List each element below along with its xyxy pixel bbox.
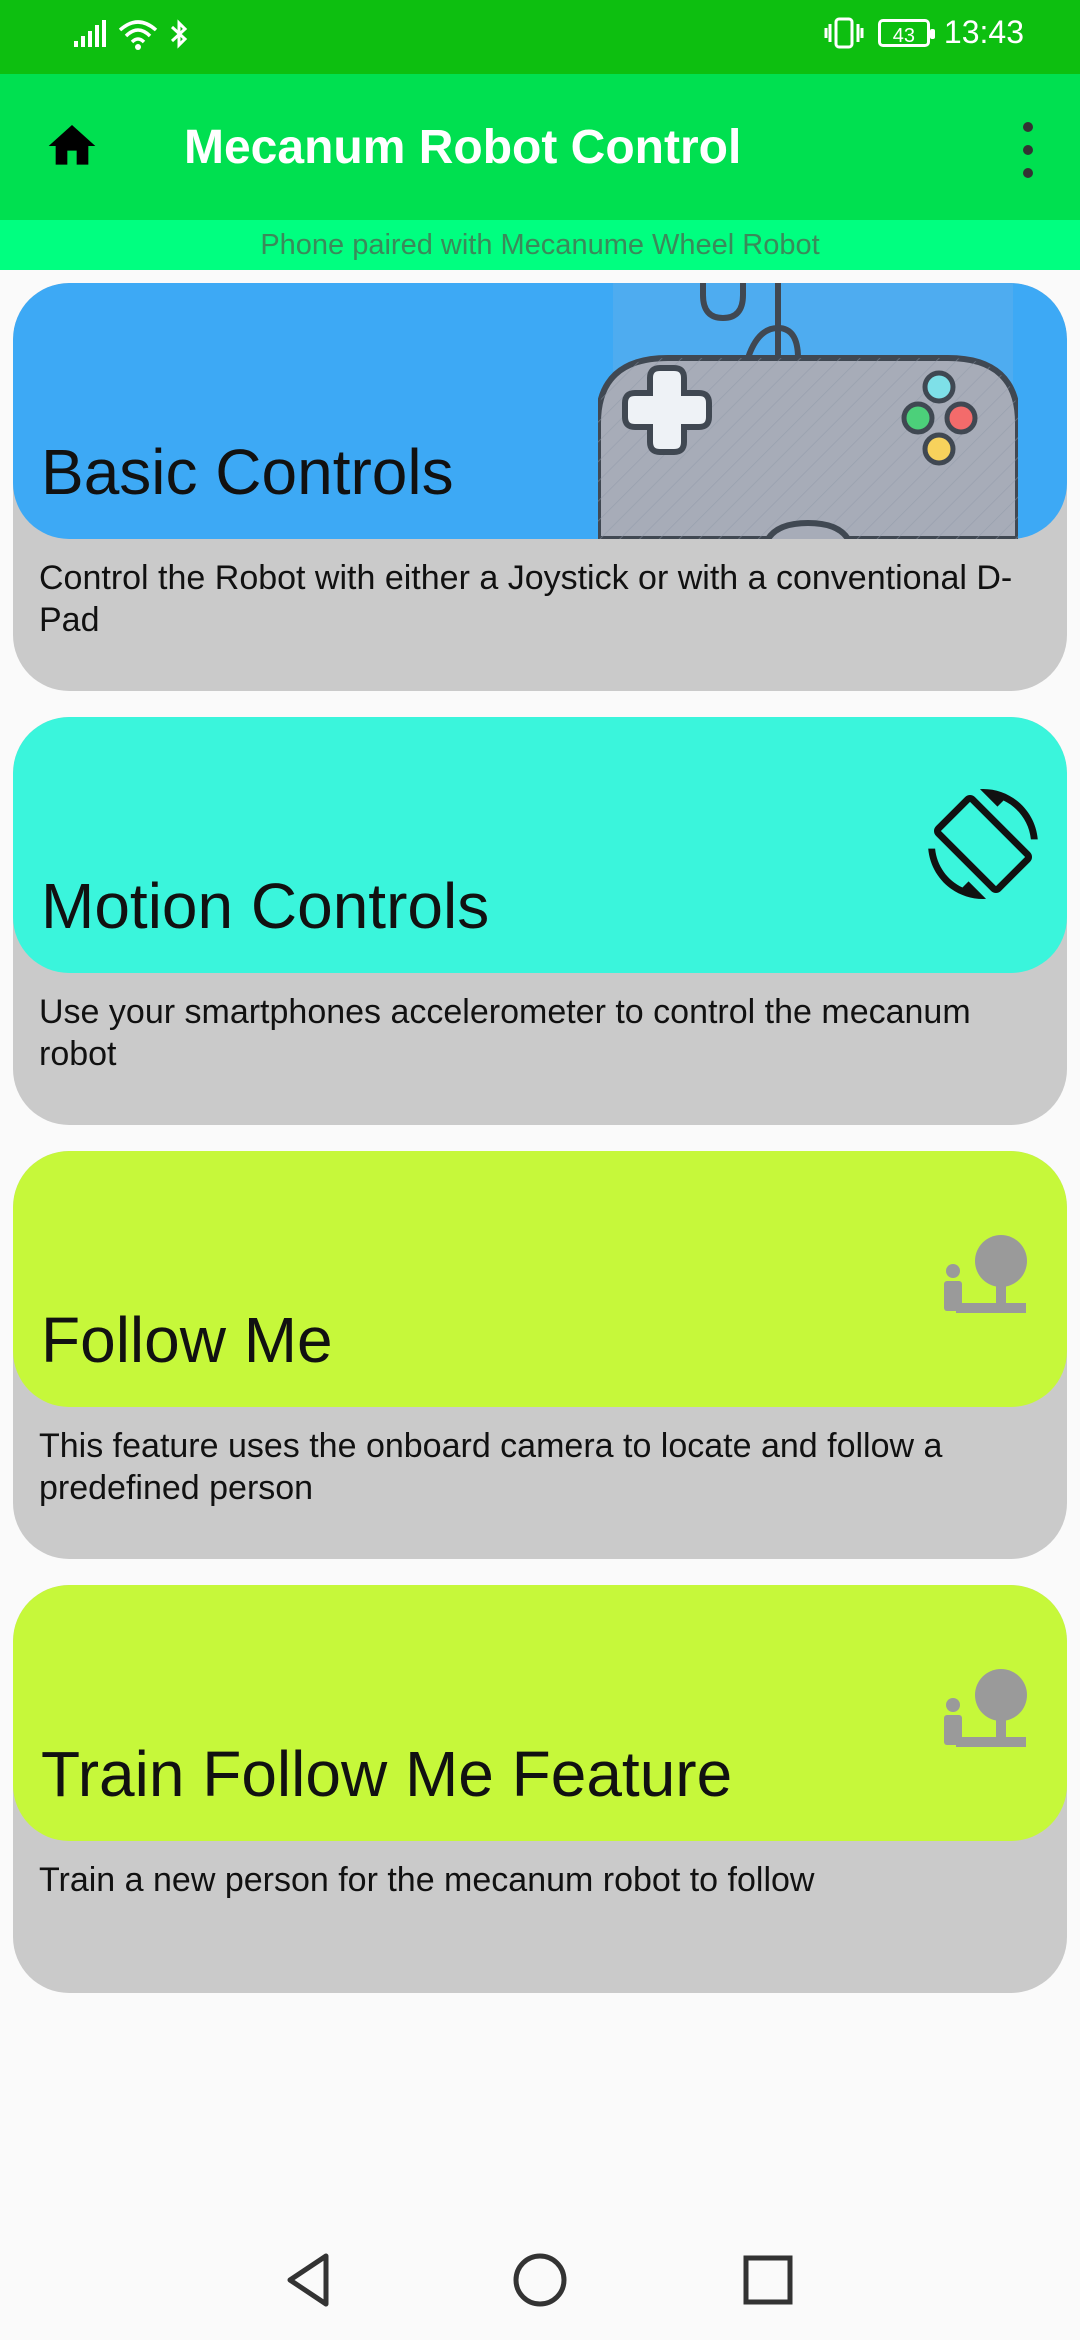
card-header: Train Follow Me Feature <box>13 1585 1067 1841</box>
card-title: Follow Me <box>41 1304 333 1376</box>
status-time: 13:43 <box>943 14 1024 50</box>
more-vert-icon[interactable] <box>1016 122 1040 178</box>
recents-icon[interactable] <box>738 2250 798 2310</box>
card-train-follow-me[interactable]: Train Follow Me Feature Train a new pers… <box>13 1585 1067 1993</box>
card-header: Basic Controls <box>13 283 1067 539</box>
card-header: Follow Me <box>13 1151 1067 1407</box>
card-basic-controls[interactable]: Basic Controls Control the Robot with ei… <box>13 283 1067 691</box>
screen-rotation-icon <box>928 789 1038 899</box>
card-title: Basic Controls <box>41 436 454 508</box>
card-motion-controls[interactable]: Motion Controls Use your smartphones acc… <box>13 717 1067 1125</box>
card-description: Use your smartphones accelerometer to co… <box>39 993 971 1073</box>
card-title: Motion Controls <box>41 870 490 942</box>
app-bar: Mecanum Robot Control <box>0 74 1080 220</box>
card-header: Motion Controls <box>13 717 1067 973</box>
bluetooth-icon <box>170 19 188 49</box>
connection-status: Phone paired with Mecanume Wheel Robot <box>0 220 1080 270</box>
home-circle-icon[interactable] <box>510 2250 570 2310</box>
card-description: Train a new person for the mecanum robot… <box>39 1861 815 1899</box>
card-title: Train Follow Me Feature <box>41 1738 733 1810</box>
wifi-icon <box>118 20 158 50</box>
page-title: Mecanum Robot Control <box>184 121 742 174</box>
battery-icon: 43 <box>877 18 935 47</box>
follow-person-icon <box>944 1235 1027 1313</box>
card-description: This feature uses the onboard camera to … <box>39 1427 943 1507</box>
card-description: Control the Robot with either a Joystick… <box>39 559 1013 639</box>
home-icon[interactable] <box>44 118 100 174</box>
vibrate-icon <box>824 17 864 48</box>
signal-icon <box>74 20 106 47</box>
card-follow-me[interactable]: Follow Me This feature uses the onboard … <box>13 1151 1067 1559</box>
gamepad-icon <box>598 283 1018 539</box>
status-bar: 43 13:43 <box>0 0 1080 74</box>
follow-person-icon <box>944 1669 1027 1747</box>
back-icon[interactable] <box>280 2250 340 2310</box>
navigation-bar <box>0 2220 1080 2340</box>
